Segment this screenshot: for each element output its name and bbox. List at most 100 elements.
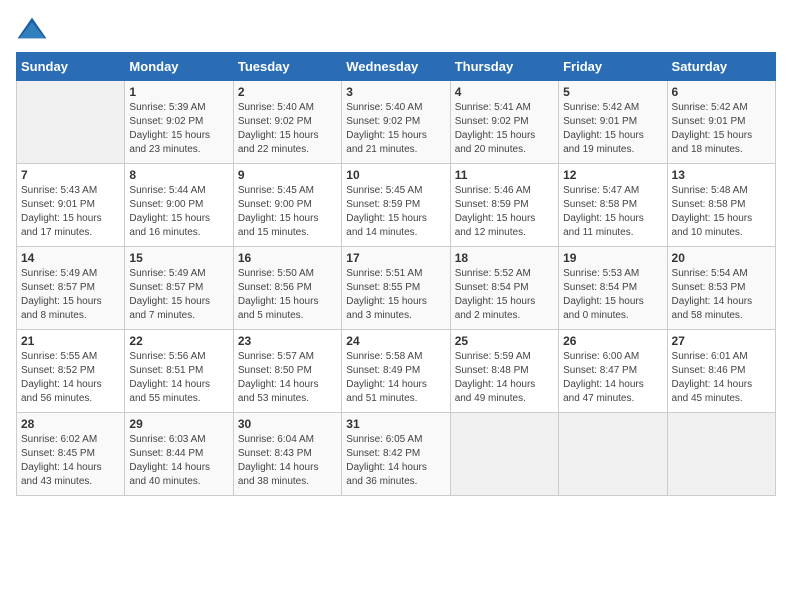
- day-detail: Sunrise: 5:40 AM Sunset: 9:02 PM Dayligh…: [238, 101, 337, 157]
- day-detail: Sunrise: 5:54 AM Sunset: 8:53 PM Dayligh…: [672, 267, 771, 323]
- day-number: 8: [129, 168, 228, 182]
- day-detail: Sunrise: 5:51 AM Sunset: 8:55 PM Dayligh…: [346, 267, 445, 323]
- day-detail: Sunrise: 5:39 AM Sunset: 9:02 PM Dayligh…: [129, 101, 228, 157]
- calendar-cell: 19 Sunrise: 5:53 AM Sunset: 8:54 PM Dayli…: [559, 247, 667, 330]
- day-number: 25: [455, 334, 554, 348]
- day-number: 11: [455, 168, 554, 182]
- calendar-cell: 21 Sunrise: 5:55 AM Sunset: 8:52 PM Dayli…: [17, 330, 125, 413]
- day-detail: Sunrise: 5:44 AM Sunset: 9:00 PM Dayligh…: [129, 184, 228, 240]
- calendar-cell: 1Sunrise: 5:39 AM Sunset: 9:02 PM Daylig…: [125, 81, 233, 164]
- day-detail: Sunrise: 6:03 AM Sunset: 8:44 PM Dayligh…: [129, 433, 228, 489]
- calendar-cell: 27 Sunrise: 6:01 AM Sunset: 8:46 PM Dayli…: [667, 330, 775, 413]
- calendar-cell: [559, 413, 667, 496]
- calendar-cell: 24 Sunrise: 5:58 AM Sunset: 8:49 PM Dayli…: [342, 330, 450, 413]
- day-number: 30: [238, 417, 337, 431]
- day-detail: Sunrise: 5:43 AM Sunset: 9:01 PM Dayligh…: [21, 184, 120, 240]
- day-number: 22: [129, 334, 228, 348]
- day-number: 12: [563, 168, 662, 182]
- day-number: 26: [563, 334, 662, 348]
- calendar-cell: 25Sunrise: 5:59 AM Sunset: 8:48 PM Dayli…: [450, 330, 558, 413]
- day-detail: Sunrise: 5:56 AM Sunset: 8:51 PM Dayligh…: [129, 350, 228, 406]
- calendar-cell: 18 Sunrise: 5:52 AM Sunset: 8:54 PM Dayli…: [450, 247, 558, 330]
- weekday-header-saturday: Saturday: [667, 53, 775, 81]
- day-number: 27: [672, 334, 771, 348]
- calendar-cell: 4Sunrise: 5:41 AM Sunset: 9:02 PM Daylig…: [450, 81, 558, 164]
- calendar-cell: 17 Sunrise: 5:51 AM Sunset: 8:55 PM Dayli…: [342, 247, 450, 330]
- calendar-cell: [17, 81, 125, 164]
- day-detail: Sunrise: 5:50 AM Sunset: 8:56 PM Dayligh…: [238, 267, 337, 323]
- weekday-header-thursday: Thursday: [450, 53, 558, 81]
- calendar-cell: 28 Sunrise: 6:02 AM Sunset: 8:45 PM Dayli…: [17, 413, 125, 496]
- weekday-header-row: SundayMondayTuesdayWednesdayThursdayFrid…: [17, 53, 776, 81]
- day-number: 28: [21, 417, 120, 431]
- weekday-header-sunday: Sunday: [17, 53, 125, 81]
- day-number: 10: [346, 168, 445, 182]
- day-number: 23: [238, 334, 337, 348]
- day-number: 18: [455, 251, 554, 265]
- calendar-cell: 13 Sunrise: 5:48 AM Sunset: 8:58 PM Dayli…: [667, 164, 775, 247]
- calendar-week-row: 1Sunrise: 5:39 AM Sunset: 9:02 PM Daylig…: [17, 81, 776, 164]
- day-number: 13: [672, 168, 771, 182]
- day-detail: Sunrise: 6:01 AM Sunset: 8:46 PM Dayligh…: [672, 350, 771, 406]
- calendar-cell: 14Sunrise: 5:49 AM Sunset: 8:57 PM Dayli…: [17, 247, 125, 330]
- day-number: 31: [346, 417, 445, 431]
- day-detail: Sunrise: 5:49 AM Sunset: 8:57 PM Dayligh…: [129, 267, 228, 323]
- calendar-cell: 11 Sunrise: 5:46 AM Sunset: 8:59 PM Dayli…: [450, 164, 558, 247]
- calendar-cell: 20 Sunrise: 5:54 AM Sunset: 8:53 PM Dayli…: [667, 247, 775, 330]
- day-number: 21: [21, 334, 120, 348]
- day-detail: Sunrise: 5:46 AM Sunset: 8:59 PM Dayligh…: [455, 184, 554, 240]
- calendar-cell: 16Sunrise: 5:50 AM Sunset: 8:56 PM Dayli…: [233, 247, 341, 330]
- header: [16, 16, 776, 44]
- day-number: 15: [129, 251, 228, 265]
- day-detail: Sunrise: 5:58 AM Sunset: 8:49 PM Dayligh…: [346, 350, 445, 406]
- day-detail: Sunrise: 5:41 AM Sunset: 9:02 PM Dayligh…: [455, 101, 554, 157]
- calendar-cell: 2 Sunrise: 5:40 AM Sunset: 9:02 PM Daylig…: [233, 81, 341, 164]
- day-detail: Sunrise: 5:52 AM Sunset: 8:54 PM Dayligh…: [455, 267, 554, 323]
- day-number: 7: [21, 168, 120, 182]
- day-detail: Sunrise: 5:53 AM Sunset: 8:54 PM Dayligh…: [563, 267, 662, 323]
- calendar-week-row: 7 Sunrise: 5:43 AM Sunset: 9:01 PM Daylig…: [17, 164, 776, 247]
- day-number: 5: [563, 85, 662, 99]
- calendar-cell: 7 Sunrise: 5:43 AM Sunset: 9:01 PM Daylig…: [17, 164, 125, 247]
- calendar-week-row: 21 Sunrise: 5:55 AM Sunset: 8:52 PM Dayli…: [17, 330, 776, 413]
- day-detail: Sunrise: 5:48 AM Sunset: 8:58 PM Dayligh…: [672, 184, 771, 240]
- calendar-cell: 22 Sunrise: 5:56 AM Sunset: 8:51 PM Dayli…: [125, 330, 233, 413]
- weekday-header-monday: Monday: [125, 53, 233, 81]
- day-detail: Sunrise: 5:49 AM Sunset: 8:57 PM Dayligh…: [21, 267, 120, 323]
- day-number: 17: [346, 251, 445, 265]
- day-detail: Sunrise: 5:55 AM Sunset: 8:52 PM Dayligh…: [21, 350, 120, 406]
- calendar-week-row: 14Sunrise: 5:49 AM Sunset: 8:57 PM Dayli…: [17, 247, 776, 330]
- day-detail: Sunrise: 5:47 AM Sunset: 8:58 PM Dayligh…: [563, 184, 662, 240]
- calendar-cell: 30Sunrise: 6:04 AM Sunset: 8:43 PM Dayli…: [233, 413, 341, 496]
- calendar-week-row: 28 Sunrise: 6:02 AM Sunset: 8:45 PM Dayli…: [17, 413, 776, 496]
- calendar-cell: 29 Sunrise: 6:03 AM Sunset: 8:44 PM Dayli…: [125, 413, 233, 496]
- day-detail: Sunrise: 6:05 AM Sunset: 8:42 PM Dayligh…: [346, 433, 445, 489]
- day-number: 24: [346, 334, 445, 348]
- day-detail: Sunrise: 5:42 AM Sunset: 9:01 PM Dayligh…: [563, 101, 662, 157]
- calendar-cell: 12 Sunrise: 5:47 AM Sunset: 8:58 PM Dayli…: [559, 164, 667, 247]
- calendar-table: SundayMondayTuesdayWednesdayThursdayFrid…: [16, 52, 776, 496]
- calendar-cell: 15 Sunrise: 5:49 AM Sunset: 8:57 PM Dayli…: [125, 247, 233, 330]
- logo: [16, 16, 52, 44]
- calendar-cell: 5 Sunrise: 5:42 AM Sunset: 9:01 PM Daylig…: [559, 81, 667, 164]
- day-detail: Sunrise: 5:40 AM Sunset: 9:02 PM Dayligh…: [346, 101, 445, 157]
- weekday-header-tuesday: Tuesday: [233, 53, 341, 81]
- calendar-cell: 26 Sunrise: 6:00 AM Sunset: 8:47 PM Dayli…: [559, 330, 667, 413]
- calendar-cell: 31 Sunrise: 6:05 AM Sunset: 8:42 PM Dayli…: [342, 413, 450, 496]
- day-number: 29: [129, 417, 228, 431]
- day-detail: Sunrise: 6:02 AM Sunset: 8:45 PM Dayligh…: [21, 433, 120, 489]
- day-number: 19: [563, 251, 662, 265]
- day-number: 3: [346, 85, 445, 99]
- day-number: 9: [238, 168, 337, 182]
- day-number: 2: [238, 85, 337, 99]
- day-detail: Sunrise: 6:00 AM Sunset: 8:47 PM Dayligh…: [563, 350, 662, 406]
- day-number: 20: [672, 251, 771, 265]
- calendar-cell: 3 Sunrise: 5:40 AM Sunset: 9:02 PM Daylig…: [342, 81, 450, 164]
- calendar-cell: [667, 413, 775, 496]
- calendar-cell: 6Sunrise: 5:42 AM Sunset: 9:01 PM Daylig…: [667, 81, 775, 164]
- calendar-cell: 10Sunrise: 5:45 AM Sunset: 8:59 PM Dayli…: [342, 164, 450, 247]
- weekday-header-wednesday: Wednesday: [342, 53, 450, 81]
- day-number: 6: [672, 85, 771, 99]
- calendar-cell: 8 Sunrise: 5:44 AM Sunset: 9:00 PM Daylig…: [125, 164, 233, 247]
- day-detail: Sunrise: 5:57 AM Sunset: 8:50 PM Dayligh…: [238, 350, 337, 406]
